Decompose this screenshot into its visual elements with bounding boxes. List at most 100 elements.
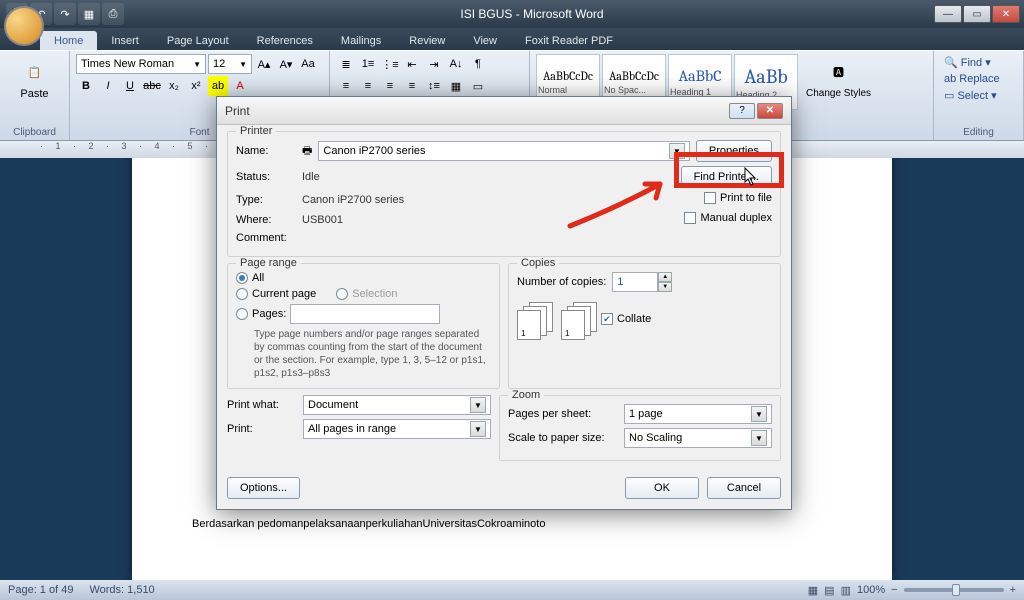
tab-foxit[interactable]: Foxit Reader PDF [511, 31, 627, 50]
zoom-out-icon[interactable]: − [891, 584, 897, 596]
font-size-combo[interactable]: 12▼ [208, 54, 252, 74]
tab-insert[interactable]: Insert [97, 31, 153, 50]
printer-name-label: Name: [236, 145, 296, 157]
redo-icon[interactable]: ↷ [54, 3, 76, 25]
printer-type-label: Type: [236, 194, 296, 206]
status-page[interactable]: Page: 1 of 49 [8, 584, 73, 596]
close-button[interactable]: ✕ [992, 5, 1020, 23]
quickprint-icon[interactable]: ⎙ [102, 3, 124, 25]
printer-group: Printer Name: 🖶 Canon iP2700 series▼ Pro… [227, 131, 781, 257]
tab-review[interactable]: Review [395, 31, 459, 50]
tab-page-layout[interactable]: Page Layout [153, 31, 243, 50]
printer-name-select[interactable]: Canon iP2700 series▼ [318, 141, 689, 161]
range-pages-input[interactable] [290, 304, 440, 324]
range-selection-radio: Selection [336, 288, 397, 300]
zoom-slider[interactable] [904, 588, 1004, 592]
ok-button[interactable]: OK [625, 477, 699, 499]
find-printer-button[interactable]: Find Printer... [681, 166, 772, 188]
change-styles-button[interactable]: 🅰Change Styles [800, 54, 877, 110]
window-controls: — ▭ ✕ [934, 5, 1020, 23]
strike-icon[interactable]: abc [142, 76, 162, 96]
print-to-file-check[interactable]: Print to file [704, 192, 772, 204]
spin-down-icon[interactable]: ▼ [658, 282, 672, 292]
dialog-close-button[interactable]: ✕ [757, 103, 783, 119]
font-color-icon[interactable]: A [230, 76, 250, 96]
zoom-in-icon[interactable]: + [1010, 584, 1016, 596]
printsel-select[interactable]: All pages in range▼ [303, 419, 491, 439]
find-button[interactable]: 🔍 Find ▾ [940, 54, 1017, 71]
paste-button[interactable]: 📋 Paste [6, 54, 63, 102]
ribbon-tabs: Home Insert Page Layout References Maili… [0, 28, 1024, 50]
zoom-level[interactable]: 100% [857, 584, 885, 596]
numbering-icon[interactable]: 1≡ [358, 54, 378, 74]
pilcrow-icon[interactable]: ¶ [468, 54, 488, 74]
collate-check[interactable]: Collate [601, 313, 651, 325]
copies-num-label: Number of copies: [517, 276, 606, 288]
group-clipboard: 📋 Paste Clipboard [0, 51, 70, 140]
minimize-button[interactable]: — [934, 5, 962, 23]
dialog-help-button[interactable]: ? [729, 103, 755, 119]
scale-select[interactable]: No Scaling▼ [624, 428, 772, 448]
view-print-layout-icon[interactable]: ▦ [808, 584, 818, 597]
tab-references[interactable]: References [243, 31, 327, 50]
document-text: Berdasarkan pedomanpelaksanaanperkuliaha… [192, 518, 832, 530]
printwhat-select[interactable]: Document▼ [303, 395, 491, 415]
sort-icon[interactable]: A↓ [446, 54, 466, 74]
grow-font-icon[interactable]: A▴ [254, 54, 274, 74]
view-reading-icon[interactable]: ▤ [824, 584, 834, 597]
bold-icon[interactable]: B [76, 76, 96, 96]
range-current-radio[interactable]: Current page [236, 288, 316, 300]
shading-icon[interactable]: ▦ [446, 76, 466, 96]
zoom-legend: Zoom [508, 389, 544, 401]
tab-view[interactable]: View [459, 31, 511, 50]
line-spacing-icon[interactable]: ↕≡ [424, 76, 444, 96]
spin-up-icon[interactable]: ▲ [658, 272, 672, 282]
superscript-icon[interactable]: x² [186, 76, 206, 96]
italic-icon[interactable]: I [98, 76, 118, 96]
font-name-combo[interactable]: Times New Roman▼ [76, 54, 206, 74]
range-hint: Type page numbers and/or page ranges sep… [254, 328, 491, 380]
cancel-button[interactable]: Cancel [707, 477, 781, 499]
align-right-icon[interactable]: ≡ [380, 76, 400, 96]
printwhat-label: Print what: [227, 399, 297, 411]
shrink-font-icon[interactable]: A▾ [276, 54, 296, 74]
align-center-icon[interactable]: ≡ [358, 76, 378, 96]
page-range-group: Page range All Current page Selection Pa… [227, 263, 500, 389]
align-left-icon[interactable]: ≡ [336, 76, 356, 96]
options-button[interactable]: Options... [227, 477, 300, 499]
maximize-button[interactable]: ▭ [963, 5, 991, 23]
status-words[interactable]: Words: 1,510 [89, 584, 154, 596]
tab-mailings[interactable]: Mailings [327, 31, 395, 50]
paste-icon: 📋 [19, 56, 51, 88]
select-button[interactable]: ▭ Select ▾ [940, 87, 1017, 104]
tab-home[interactable]: Home [40, 31, 97, 50]
underline-icon[interactable]: U [120, 76, 140, 96]
statusbar: Page: 1 of 49 Words: 1,510 ▦ ▤ ▥ 100% − … [0, 580, 1024, 600]
range-all-radio[interactable]: All [236, 272, 491, 284]
printer-status-label: Status: [236, 171, 296, 183]
copies-input[interactable] [612, 272, 658, 292]
new-icon[interactable]: ▦ [78, 3, 100, 25]
view-web-icon[interactable]: ▥ [841, 584, 851, 597]
justify-icon[interactable]: ≡ [402, 76, 422, 96]
printer-legend: Printer [236, 125, 276, 137]
font-name: Times New Roman [81, 58, 174, 70]
properties-button[interactable]: Properties [696, 140, 772, 162]
replace-button[interactable]: ab Replace [940, 71, 1017, 87]
manual-duplex-check[interactable]: Manual duplex [684, 212, 772, 224]
dedent-icon[interactable]: ⇤ [402, 54, 422, 74]
pps-select[interactable]: 1 page▼ [624, 404, 772, 424]
multilevel-icon[interactable]: ⋮≡ [380, 54, 400, 74]
clear-format-icon[interactable]: Aa [298, 54, 318, 74]
copies-legend: Copies [517, 257, 559, 269]
bullets-icon[interactable]: ≣ [336, 54, 356, 74]
subscript-icon[interactable]: x₂ [164, 76, 184, 96]
highlight-icon[interactable]: ab [208, 76, 228, 96]
borders-icon[interactable]: ▭ [468, 76, 488, 96]
copies-spinner[interactable]: ▲▼ [612, 272, 672, 292]
range-pages-radio[interactable]: Pages: [236, 304, 491, 324]
indent-icon[interactable]: ⇥ [424, 54, 444, 74]
window-titlebar: 💾 ↶ ↷ ▦ ⎙ ISI BGUS - Microsoft Word — ▭ … [0, 0, 1024, 28]
office-button[interactable] [4, 6, 44, 46]
dialog-title: Print [225, 104, 250, 118]
